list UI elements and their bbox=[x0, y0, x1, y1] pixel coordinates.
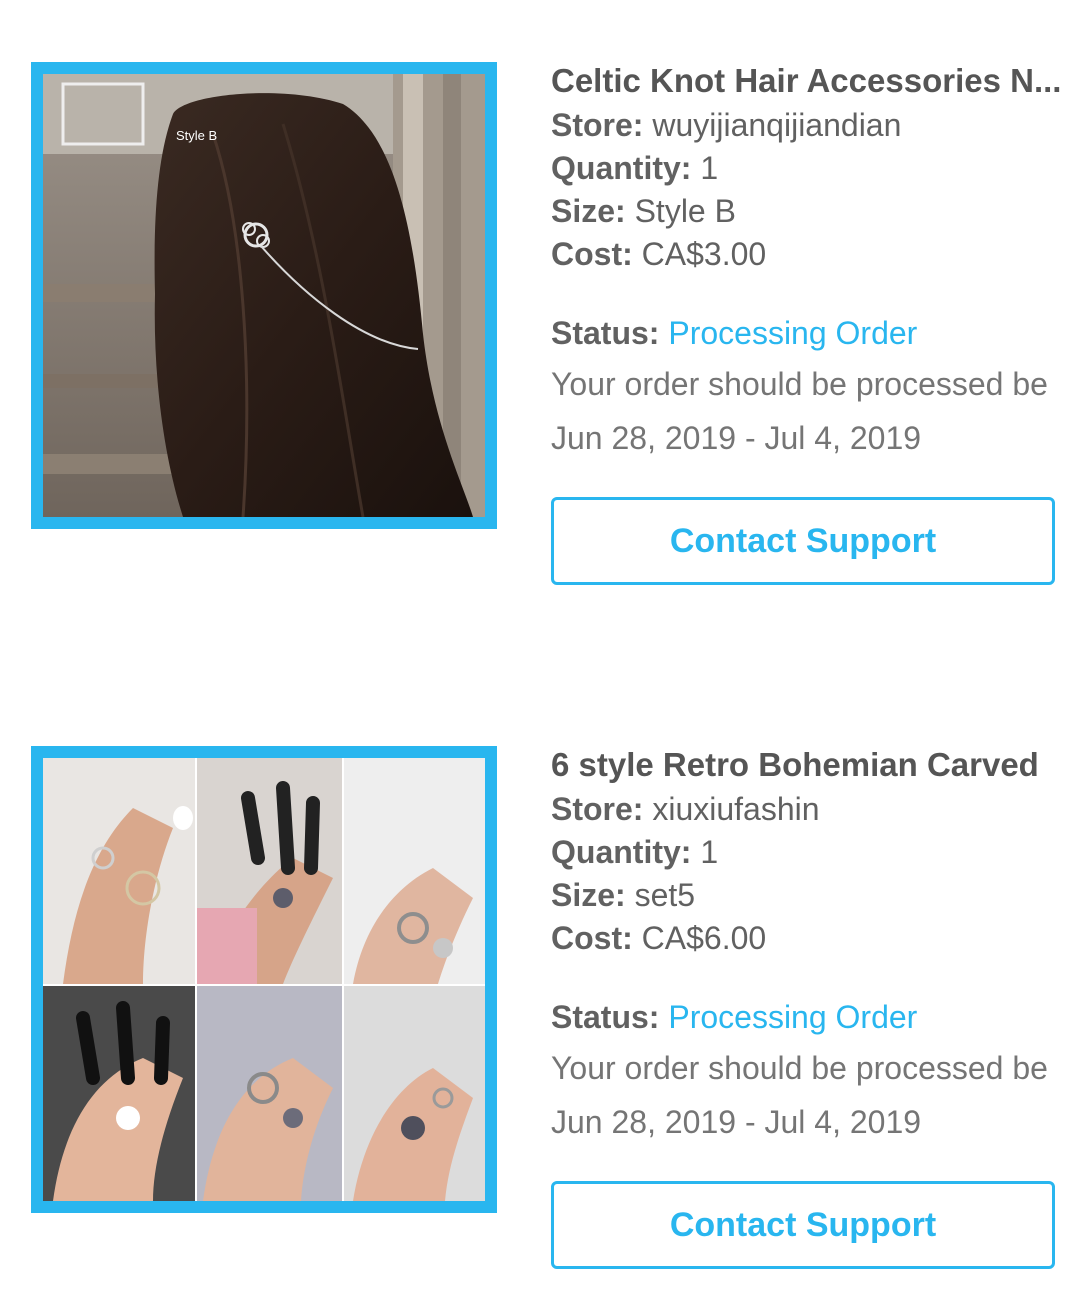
status-value: Processing Order bbox=[668, 999, 918, 1035]
quantity-value: 1 bbox=[700, 150, 719, 186]
size-label: Size: bbox=[551, 193, 626, 229]
cost-label: Cost: bbox=[551, 920, 633, 956]
processing-message: Your order should be processed be bbox=[551, 366, 1048, 402]
store-name: xiuxiufashin bbox=[652, 791, 820, 827]
store-row: Store: wuyijianqijiandian bbox=[551, 104, 1080, 147]
order-details: Celtic Knot Hair Accessories N... Store:… bbox=[551, 62, 1080, 463]
cost-row: Cost: CA$6.00 bbox=[551, 917, 1080, 960]
product-image-hair-accessory[interactable]: Style B bbox=[31, 62, 497, 529]
contact-support-button[interactable]: Contact Support bbox=[551, 497, 1055, 585]
quantity-row: Quantity: 1 bbox=[551, 831, 1080, 874]
order-item: Style B Celtic Knot Hair Accessories N..… bbox=[0, 62, 1080, 622]
contact-support-button[interactable]: Contact Support bbox=[551, 1181, 1055, 1269]
status-row: Status: Processing Order bbox=[551, 312, 1080, 355]
size-value: set5 bbox=[634, 877, 696, 913]
store-name: wuyijianqijiandian bbox=[652, 107, 902, 143]
quantity-value: 1 bbox=[700, 834, 719, 870]
size-row: Size: set5 bbox=[551, 874, 1080, 917]
cost-label: Cost: bbox=[551, 236, 633, 272]
date-range: Jun 28, 2019 - Jul 4, 2019 bbox=[551, 1104, 922, 1140]
quantity-label: Quantity: bbox=[551, 834, 692, 870]
date-range: Jun 28, 2019 - Jul 4, 2019 bbox=[551, 420, 922, 456]
size-label: Size: bbox=[551, 877, 626, 913]
cost-value: CA$6.00 bbox=[641, 920, 767, 956]
store-row: Store: xiuxiufashin bbox=[551, 788, 1080, 831]
processing-message: Your order should be processed be bbox=[551, 1050, 1048, 1086]
status-row: Status: Processing Order bbox=[551, 996, 1080, 1039]
cost-row: Cost: CA$3.00 bbox=[551, 233, 1080, 276]
status-label: Status: bbox=[551, 315, 660, 351]
product-title[interactable]: 6 style Retro Bohemian Carved bbox=[551, 746, 1080, 785]
quantity-label: Quantity: bbox=[551, 150, 692, 186]
status-label: Status: bbox=[551, 999, 660, 1035]
order-item: 6 style Retro Bohemian Carved Store: xiu… bbox=[0, 746, 1080, 1306]
size-row: Size: Style B bbox=[551, 190, 1080, 233]
image-caption: Style B bbox=[176, 128, 217, 143]
cost-value: CA$3.00 bbox=[641, 236, 767, 272]
order-details: 6 style Retro Bohemian Carved Store: xiu… bbox=[551, 746, 1080, 1147]
store-label: Store: bbox=[551, 107, 644, 143]
product-image-rings[interactable] bbox=[31, 746, 497, 1213]
store-label: Store: bbox=[551, 791, 644, 827]
size-value: Style B bbox=[634, 193, 736, 229]
rings-photo-collage bbox=[43, 758, 485, 1201]
product-title[interactable]: Celtic Knot Hair Accessories N... bbox=[551, 62, 1080, 101]
quantity-row: Quantity: 1 bbox=[551, 147, 1080, 190]
hair-accessory-photo: Style B bbox=[43, 74, 485, 517]
status-value: Processing Order bbox=[668, 315, 918, 351]
